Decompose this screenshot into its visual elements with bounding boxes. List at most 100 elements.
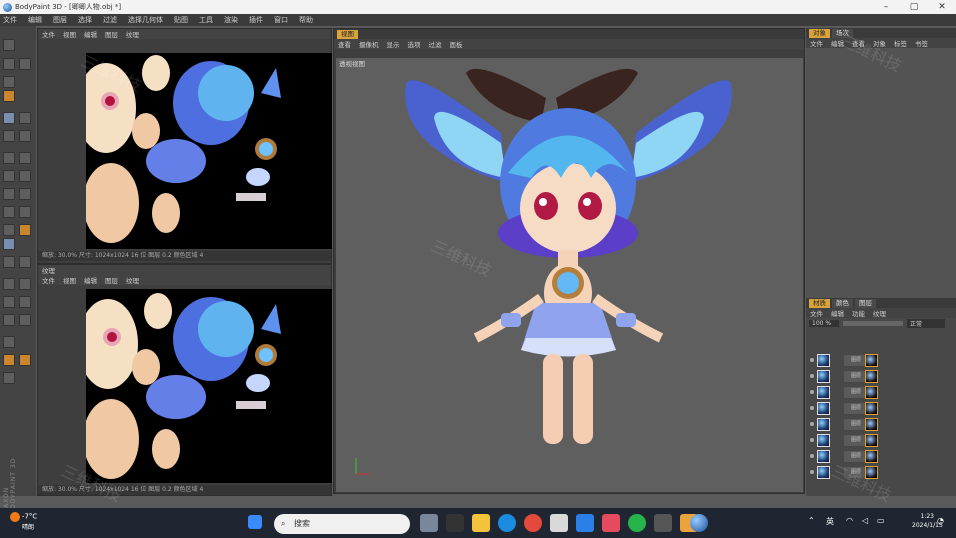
sphere-brush-icon[interactable] (3, 238, 15, 250)
tray-chevron-icon[interactable]: ⌃ (808, 516, 815, 525)
chrome-icon[interactable] (524, 514, 542, 532)
app-gray-icon[interactable] (654, 514, 672, 532)
color-swatch-icon[interactable] (19, 224, 31, 236)
magic-wand-icon[interactable] (3, 188, 15, 200)
tex2-menu-edit[interactable]: 编辑 (84, 275, 97, 285)
tex2-menu-view[interactable]: 视图 (63, 275, 76, 285)
menu-file[interactable]: 文件 (3, 15, 17, 25)
tab-color[interactable]: 颜色 (832, 298, 853, 308)
smudge-icon[interactable] (19, 130, 31, 142)
layer-menu-file[interactable]: 文件 (810, 308, 823, 318)
tab-layers[interactable]: 图层 (855, 298, 876, 308)
file-explorer-icon[interactable] (472, 514, 490, 532)
app-blue-icon[interactable] (576, 514, 594, 532)
clock[interactable]: 1:23 2024/1/15 (912, 512, 943, 530)
layer-row[interactable]: 图层 (808, 386, 880, 399)
zoom-tool-icon[interactable] (19, 256, 31, 268)
menu-edit[interactable]: 编辑 (28, 15, 42, 25)
vp-menu-panel[interactable]: 面板 (450, 39, 463, 49)
app-red-icon[interactable] (602, 514, 620, 532)
undo-icon[interactable] (3, 39, 15, 51)
blend-mode-select[interactable]: 正常 (907, 319, 945, 328)
live-select-icon[interactable] (19, 58, 31, 70)
rotate-view-icon[interactable] (19, 278, 31, 290)
clone-icon[interactable] (3, 130, 15, 142)
menu-render[interactable]: 渲染 (224, 15, 238, 25)
store-icon[interactable] (550, 514, 568, 532)
material-icon[interactable] (3, 354, 15, 366)
vp-menu-options[interactable]: 选项 (408, 39, 421, 49)
tab-objects[interactable]: 对象 (809, 28, 830, 38)
tex-menu-view[interactable]: 视图 (63, 29, 76, 39)
volume-icon[interactable]: ◁ (862, 516, 868, 525)
tex-menu-layer[interactable]: 图层 (105, 29, 118, 39)
fit-icon[interactable] (3, 314, 15, 326)
visibility-icon[interactable] (810, 438, 814, 442)
tex2-menu-file[interactable]: 文件 (42, 275, 55, 285)
fill-icon[interactable] (3, 152, 15, 164)
menu-select-geometry[interactable]: 选择几何体 (128, 15, 163, 25)
render-icon[interactable] (3, 336, 15, 348)
uv-polygon-icon[interactable] (19, 296, 31, 308)
visibility-icon[interactable] (810, 422, 814, 426)
weather-widget[interactable]: -7°C 晴朗 (10, 512, 37, 531)
visibility-icon[interactable] (810, 374, 814, 378)
visibility-icon[interactable] (810, 358, 814, 362)
input-language[interactable]: 英 (826, 516, 834, 527)
tex2-menu-texture[interactable]: 纹理 (126, 275, 139, 285)
visibility-icon[interactable] (810, 470, 814, 474)
visibility-icon[interactable] (810, 390, 814, 394)
move-icon[interactable] (3, 76, 15, 88)
text-tool-icon[interactable] (3, 256, 15, 268)
hand-tool-icon[interactable] (3, 278, 15, 290)
vp-menu-display[interactable]: 显示 (387, 39, 400, 49)
menu-select[interactable]: 选择 (78, 15, 92, 25)
burn-icon[interactable] (3, 206, 15, 218)
tex-menu-edit[interactable]: 编辑 (84, 29, 97, 39)
bodypaint-taskbar-icon[interactable] (690, 514, 708, 532)
menu-plugins[interactable]: 插件 (249, 15, 263, 25)
vp-menu-camera[interactable]: 摄像机 (359, 39, 379, 49)
search-box[interactable]: ⌕ 搜索 (274, 514, 410, 534)
obj-menu-tags[interactable]: 标签 (894, 38, 907, 48)
eyedropper-icon[interactable] (3, 224, 15, 236)
layer-row[interactable]: 图层 (808, 418, 880, 431)
menu-window[interactable]: 窗口 (274, 15, 288, 25)
visibility-icon[interactable] (810, 454, 814, 458)
tex-menu-file[interactable]: 文件 (42, 29, 55, 39)
opacity-slider[interactable] (843, 321, 903, 326)
menu-uv[interactable]: 贴图 (174, 15, 188, 25)
frame-icon[interactable] (19, 314, 31, 326)
vp-menu-filter[interactable]: 过滤 (429, 39, 442, 49)
sponge-icon[interactable] (19, 206, 31, 218)
projection-icon[interactable] (3, 90, 15, 102)
rect-select-icon[interactable] (3, 170, 15, 182)
edge-icon[interactable] (498, 514, 516, 532)
dodge-icon[interactable] (19, 188, 31, 200)
obj-menu-bookmarks[interactable]: 书签 (915, 38, 928, 48)
layer-menu-texture[interactable]: 纹理 (873, 308, 886, 318)
lasso-icon[interactable] (19, 170, 31, 182)
layer-row[interactable]: 图层 (808, 434, 880, 447)
texture-canvas-bottom[interactable] (86, 289, 332, 483)
maximize-button[interactable]: ▢ (900, 0, 928, 14)
wechat-icon[interactable] (628, 514, 646, 532)
opacity-field[interactable]: 100 % (809, 320, 839, 327)
brush-icon[interactable] (3, 112, 15, 124)
gradient-icon[interactable] (19, 152, 31, 164)
visibility-icon[interactable] (810, 406, 814, 410)
redo-icon[interactable] (3, 58, 15, 70)
viewport-canvas[interactable]: 透视视图 (336, 58, 803, 492)
eraser-icon[interactable] (19, 112, 31, 124)
wifi-icon[interactable]: ◠ (846, 516, 853, 525)
tex2-menu-layer[interactable]: 图层 (105, 275, 118, 285)
settings-icon[interactable] (3, 372, 15, 384)
start-button[interactable] (248, 515, 262, 529)
obj-menu-file[interactable]: 文件 (810, 38, 823, 48)
menu-help[interactable]: 帮助 (299, 15, 313, 25)
layer-row[interactable]: 图层 (808, 370, 880, 383)
notification-icon[interactable]: ◔ (937, 516, 944, 525)
battery-icon[interactable]: ▭ (877, 516, 885, 525)
minimize-button[interactable]: – (872, 0, 900, 14)
layer-row[interactable]: 图层 (808, 354, 880, 367)
